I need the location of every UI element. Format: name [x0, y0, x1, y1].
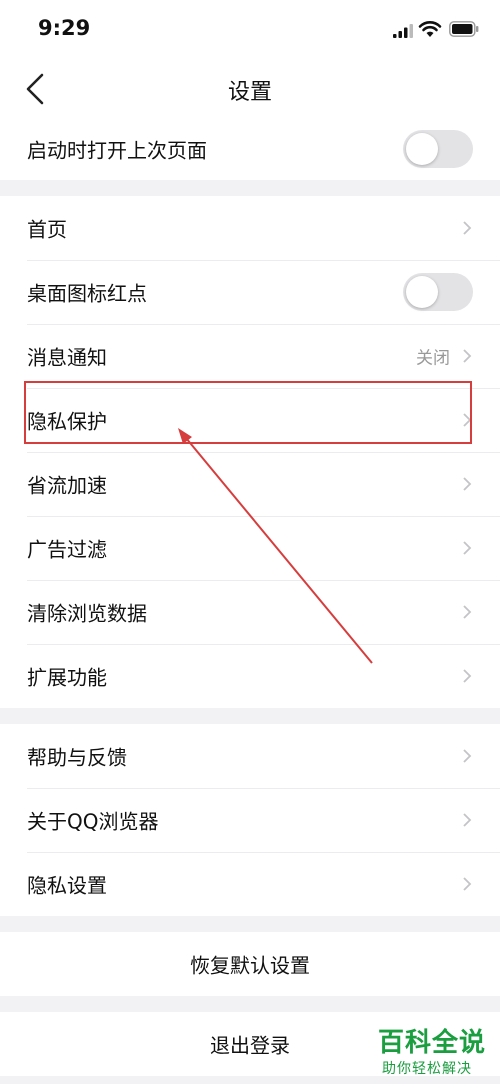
chevron-right-icon [463, 349, 472, 363]
toggle-knob [406, 276, 438, 308]
chevron-right-icon [463, 541, 472, 555]
wifi-icon [418, 21, 442, 37]
chevron-right-icon [463, 877, 472, 891]
chevron-right-icon [463, 813, 472, 827]
chevron-right-icon [463, 605, 472, 619]
setting-label: 桌面图标红点 [27, 281, 147, 306]
setting-label: 首页 [27, 217, 67, 242]
setting-row-data-saver[interactable]: 省流加速 [0, 452, 500, 516]
setting-label: 扩展功能 [27, 665, 107, 690]
setting-row-help-feedback[interactable]: 帮助与反馈 [0, 724, 500, 788]
restore-defaults-group: 恢复默认设置 [0, 932, 500, 996]
status-bar: 9:29 [0, 0, 500, 60]
battery-icon [449, 21, 479, 37]
watermark-subtitle: 助你轻松解决 [382, 1061, 472, 1077]
notification-status-value: 关闭 [416, 348, 450, 369]
setting-row-about[interactable]: 关于QQ浏览器 [0, 788, 500, 852]
desktop-badge-toggle[interactable] [403, 273, 473, 311]
watermark-logo: 百科全说 助你轻松解决 [360, 1020, 500, 1084]
privacy-protection-highlight-box [24, 381, 472, 444]
setting-row-clear-data[interactable]: 清除浏览数据 [0, 580, 500, 644]
navigation-bar: 设置 [0, 60, 500, 118]
restore-defaults-button[interactable]: 恢复默认设置 [0, 932, 500, 996]
page-title: 设置 [227, 80, 272, 105]
settings-group-main: 首页 桌面图标红点 消息通知 关闭 隐私保护 省流加速 广告过滤 清除浏览数据 … [0, 196, 500, 708]
setting-label: 清除浏览数据 [27, 601, 147, 626]
restore-defaults-label: 恢复默认设置 [190, 953, 310, 978]
chevron-right-icon [463, 221, 472, 235]
setting-label: 关于QQ浏览器 [27, 809, 159, 834]
toggle-knob [406, 133, 438, 165]
setting-row-open-last-page[interactable]: 启动时打开上次页面 [0, 118, 500, 180]
watermark-title: 百科全说 [378, 1028, 487, 1058]
setting-label: 省流加速 [27, 473, 107, 498]
setting-label: 消息通知 [27, 345, 107, 370]
cellular-signal-icon [393, 24, 413, 38]
setting-label: 隐私设置 [27, 873, 107, 898]
setting-row-extensions[interactable]: 扩展功能 [0, 644, 500, 708]
setting-label: 帮助与反馈 [27, 745, 127, 770]
setting-row-homepage[interactable]: 首页 [0, 196, 500, 260]
chevron-right-icon [463, 477, 472, 491]
chevron-right-icon [463, 669, 472, 683]
open-last-page-toggle[interactable] [403, 130, 473, 168]
setting-row-ad-filter[interactable]: 广告过滤 [0, 516, 500, 580]
setting-label: 启动时打开上次页面 [27, 138, 207, 163]
status-time: 9:29 [38, 16, 91, 40]
setting-row-privacy-settings[interactable]: 隐私设置 [0, 852, 500, 916]
setting-row-notifications[interactable]: 消息通知 关闭 [0, 324, 500, 388]
settings-group-startup: 启动时打开上次页面 [0, 118, 500, 180]
settings-group-help: 帮助与反馈 关于QQ浏览器 隐私设置 [0, 724, 500, 916]
setting-row-desktop-badge[interactable]: 桌面图标红点 [0, 260, 500, 324]
chevron-right-icon [463, 749, 472, 763]
setting-label: 广告过滤 [27, 537, 107, 562]
